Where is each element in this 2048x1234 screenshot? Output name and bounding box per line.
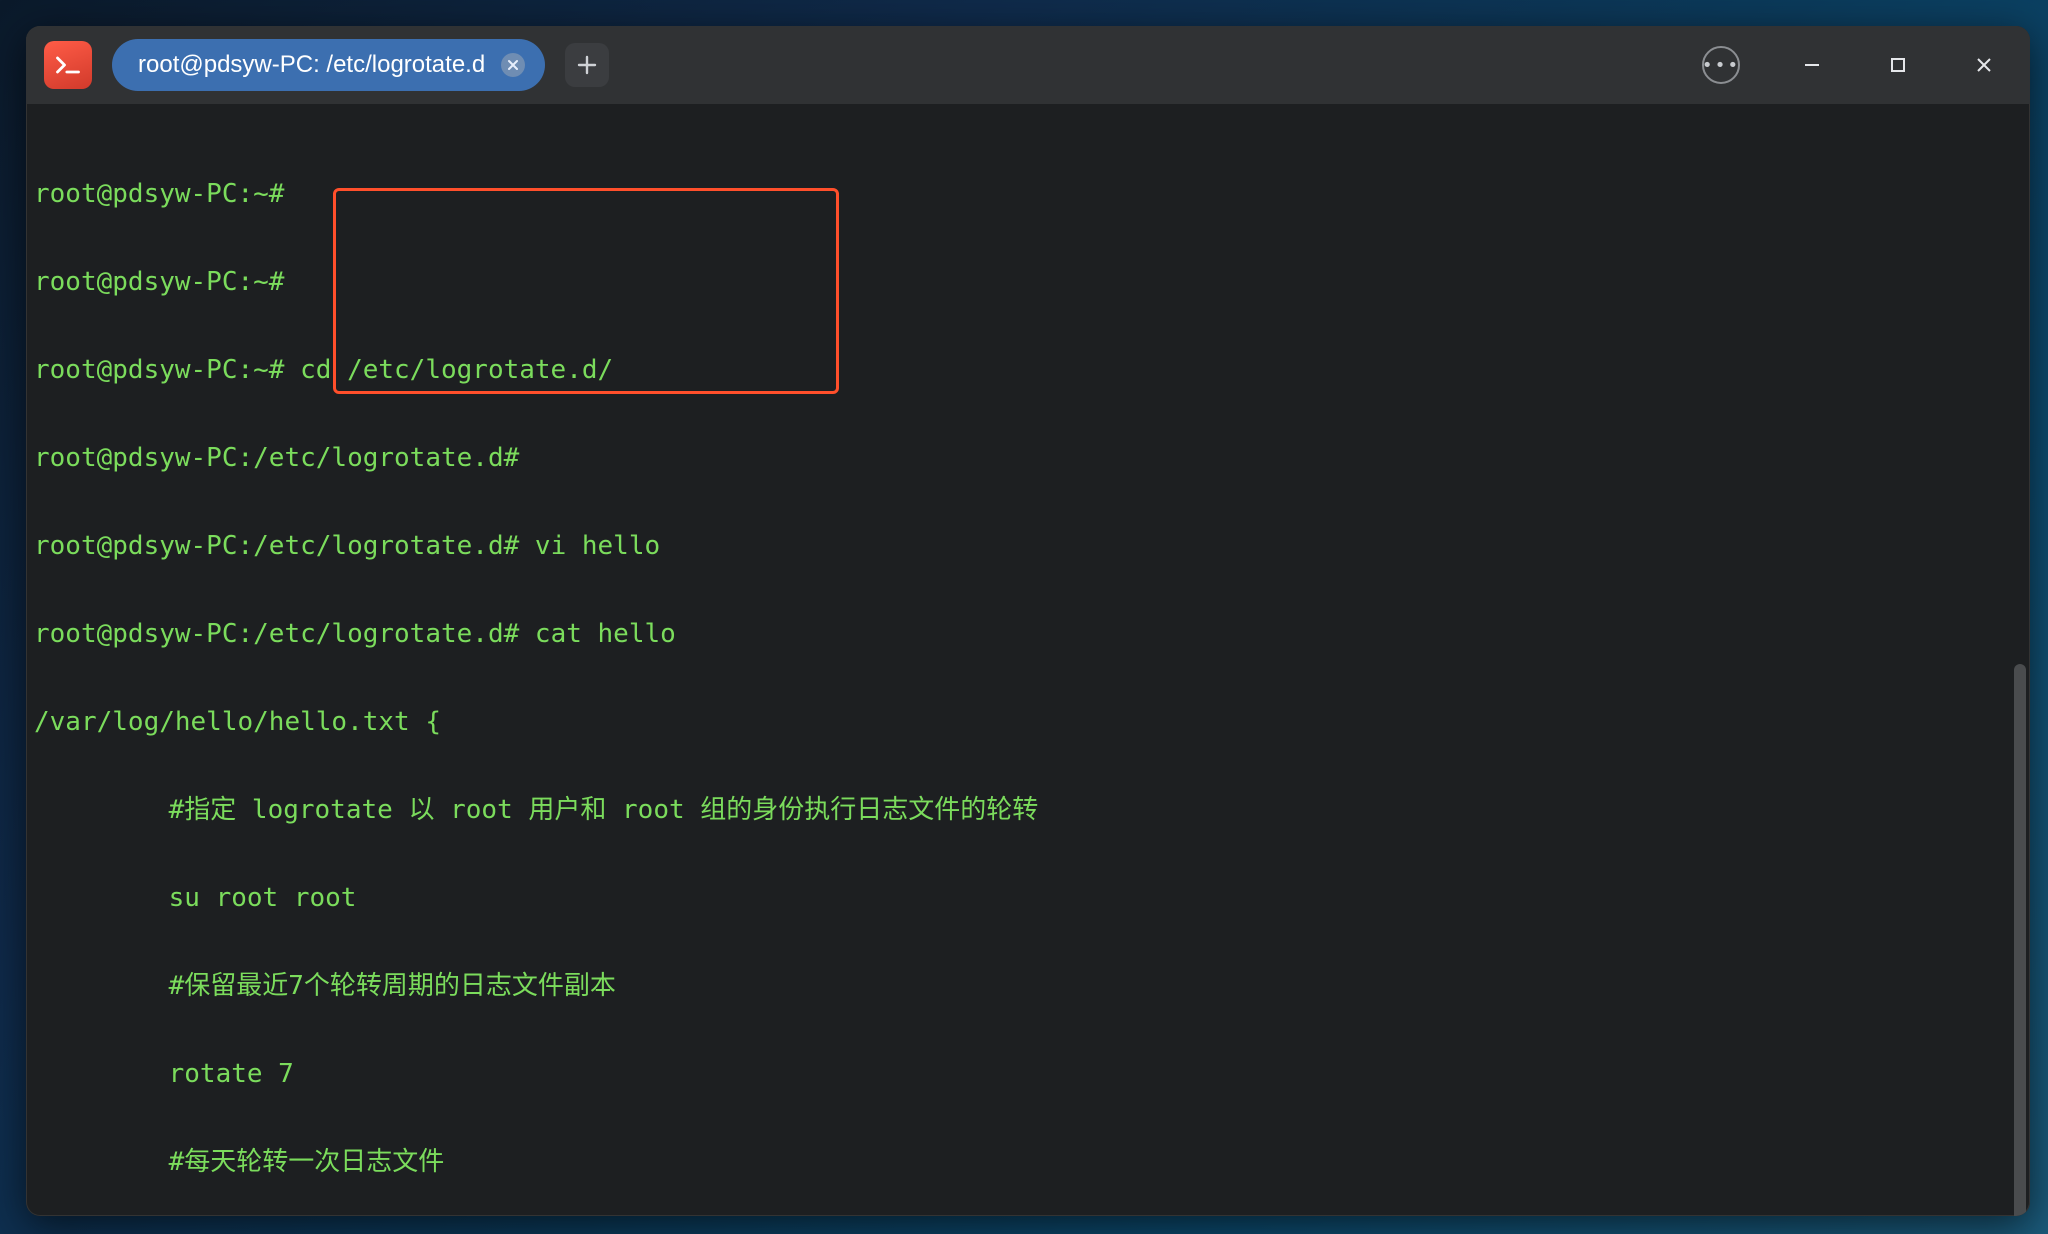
terminal-line: root@pdsyw-PC:/etc/logrotate.d# bbox=[34, 436, 2030, 480]
active-tab[interactable]: root@pdsyw-PC: /etc/logrotate.d bbox=[112, 39, 545, 91]
vertical-scrollbar[interactable] bbox=[2014, 664, 2026, 1216]
terminal-icon bbox=[54, 51, 82, 79]
close-icon bbox=[507, 59, 519, 71]
terminal-line: root@pdsyw-PC:/etc/logrotate.d# cat hell… bbox=[34, 612, 2030, 656]
minimize-button[interactable] bbox=[1798, 51, 1826, 79]
terminal-output: #指定 logrotate 以 root 用户和 root 组的身份执行日志文件… bbox=[34, 788, 2030, 832]
ellipsis-icon: ••• bbox=[1702, 55, 1741, 76]
close-icon bbox=[1974, 55, 1994, 75]
tab-title: root@pdsyw-PC: /etc/logrotate.d bbox=[138, 51, 485, 79]
maximize-button[interactable] bbox=[1884, 51, 1912, 79]
titlebar: root@pdsyw-PC: /etc/logrotate.d ••• bbox=[26, 26, 2030, 104]
window-controls: ••• bbox=[1702, 46, 1998, 84]
terminal-window: root@pdsyw-PC: /etc/logrotate.d ••• bbox=[26, 26, 2030, 1216]
tab-close-button[interactable] bbox=[501, 53, 525, 77]
new-tab-button[interactable] bbox=[565, 43, 609, 87]
terminal-output: #保留最近7个轮转周期的日志文件副本 bbox=[34, 964, 2030, 1008]
terminal-line: root@pdsyw-PC:~# bbox=[34, 260, 2030, 304]
terminal-line: root@pdsyw-PC:~# cd /etc/logrotate.d/ bbox=[34, 348, 2030, 392]
more-menu-button[interactable]: ••• bbox=[1702, 46, 1740, 84]
minimize-icon bbox=[1802, 55, 1822, 75]
terminal-output: #每天轮转一次日志文件 bbox=[34, 1140, 2030, 1184]
terminal-line: root@pdsyw-PC:~# bbox=[34, 172, 2030, 216]
close-window-button[interactable] bbox=[1970, 51, 1998, 79]
terminal-output: su root root bbox=[34, 876, 2030, 920]
terminal-body[interactable]: root@pdsyw-PC:~# root@pdsyw-PC:~# root@p… bbox=[26, 104, 2030, 1216]
maximize-icon bbox=[1889, 56, 1907, 74]
terminal-output: /var/log/hello/hello.txt { bbox=[34, 700, 2030, 744]
terminal-output: rotate 7 bbox=[34, 1052, 2030, 1096]
app-icon[interactable] bbox=[44, 41, 92, 89]
terminal-line: root@pdsyw-PC:/etc/logrotate.d# vi hello bbox=[34, 524, 2030, 568]
plus-icon bbox=[576, 54, 598, 76]
